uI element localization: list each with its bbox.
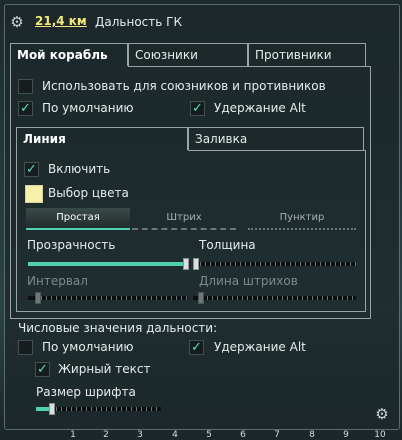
numeric-default-checkbox[interactable] <box>18 340 33 355</box>
dash-length-slider-thumb[interactable] <box>198 292 204 304</box>
tab-allies[interactable]: Союзники <box>128 43 248 66</box>
dash-length-slider-ticks <box>202 296 356 300</box>
distance-label: Дальность ГК <box>95 15 182 29</box>
subtab-line[interactable]: Линия <box>16 127 188 150</box>
line-style-dotted[interactable]: Пунктир <box>248 208 356 230</box>
interval-slider-ticks <box>36 296 188 300</box>
tab-my-ship[interactable]: Мой корабль <box>10 43 128 66</box>
default-label: По умолчанию <box>42 101 134 115</box>
tab-underline <box>128 66 371 67</box>
interval-label: Интервал <box>27 274 88 288</box>
thickness-slider-thumb[interactable] <box>193 258 199 270</box>
enable-label: Включить <box>48 162 111 176</box>
color-picker-label: Выбор цвета <box>48 186 129 200</box>
thickness-slider-ticks <box>200 262 356 266</box>
bold-text-label: Жирный текст <box>58 362 151 376</box>
gear-icon[interactable]: ⚙ <box>10 15 24 30</box>
bold-text-checkbox[interactable]: ✓ <box>35 362 50 377</box>
numeric-title: Числовые значения дальности: <box>18 321 218 335</box>
subtab-fill[interactable]: Заливка <box>188 127 364 150</box>
use-for-allies-label: Использовать для союзников и противников <box>42 79 326 93</box>
use-for-allies-checkbox[interactable] <box>18 79 33 94</box>
thickness-label: Толщина <box>199 238 256 252</box>
opacity-slider-fill <box>28 262 186 266</box>
line-style-solid[interactable]: Простая <box>26 208 130 230</box>
hold-alt-checkbox[interactable]: ✓ <box>190 101 205 116</box>
distance-value-link[interactable]: 21,4 км <box>35 14 87 28</box>
enable-checkbox[interactable]: ✓ <box>24 162 39 177</box>
default-checkbox[interactable]: ✓ <box>18 101 33 116</box>
dash-length-label: Длина штрихов <box>199 274 298 288</box>
subtab-underline <box>188 150 366 151</box>
opacity-label: Прозрачность <box>27 238 116 252</box>
font-size-label: Размер шрифта <box>36 385 136 399</box>
opacity-slider-thumb[interactable] <box>183 258 189 270</box>
tab-enemies[interactable]: Противники <box>248 43 366 66</box>
hold-alt-label: Удержание Alt <box>214 101 306 115</box>
gear-icon[interactable]: ⚙ <box>375 407 389 422</box>
numeric-default-label: По умолчанию <box>42 340 134 354</box>
interval-slider-thumb[interactable] <box>35 292 41 304</box>
numeric-hold-alt-checkbox[interactable]: ✓ <box>189 340 204 355</box>
font-size-slider-ticks <box>56 407 161 411</box>
font-size-slider-thumb[interactable] <box>49 403 55 415</box>
line-style-dash[interactable]: Штрих <box>132 208 236 230</box>
numeric-hold-alt-label: Удержание Alt <box>214 340 306 354</box>
color-swatch[interactable] <box>25 185 43 203</box>
